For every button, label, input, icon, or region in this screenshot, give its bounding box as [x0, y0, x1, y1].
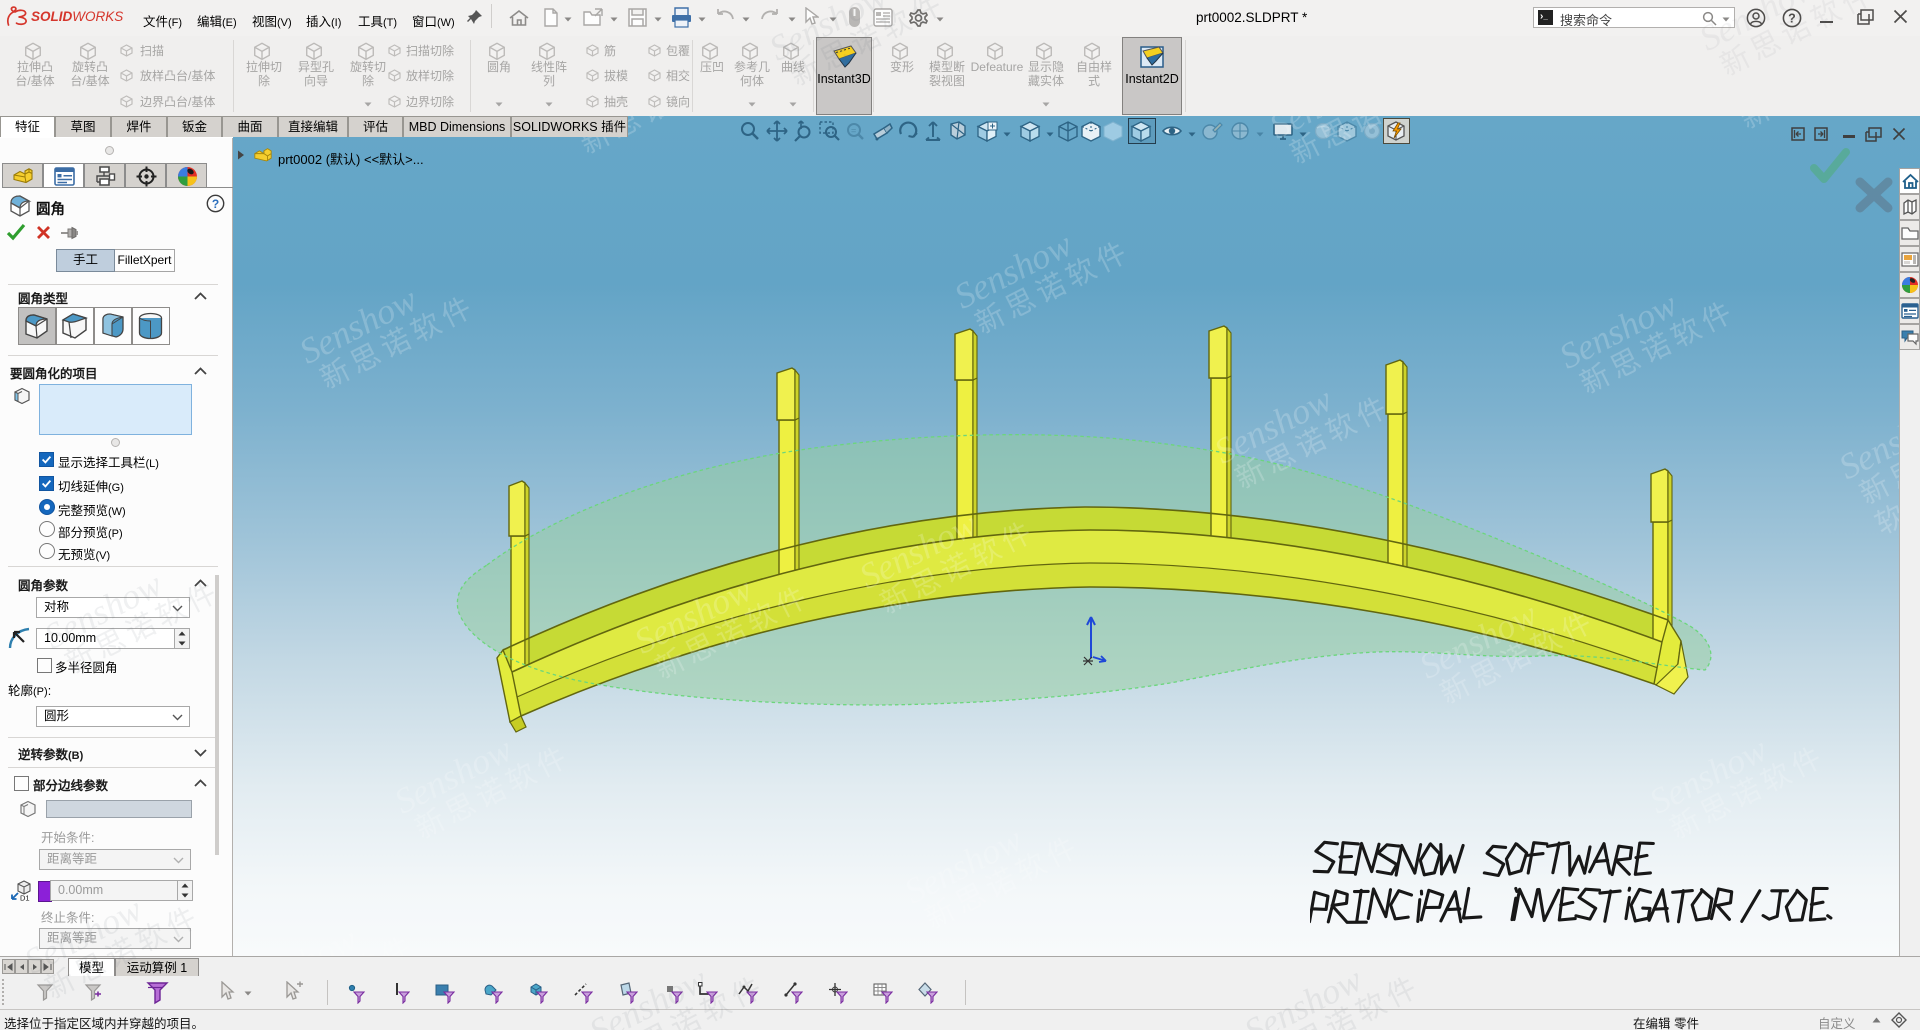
svg-text:D1: D1	[20, 894, 30, 903]
svg-text:?: ?	[1788, 12, 1796, 26]
svg-text:?: ?	[212, 197, 219, 211]
